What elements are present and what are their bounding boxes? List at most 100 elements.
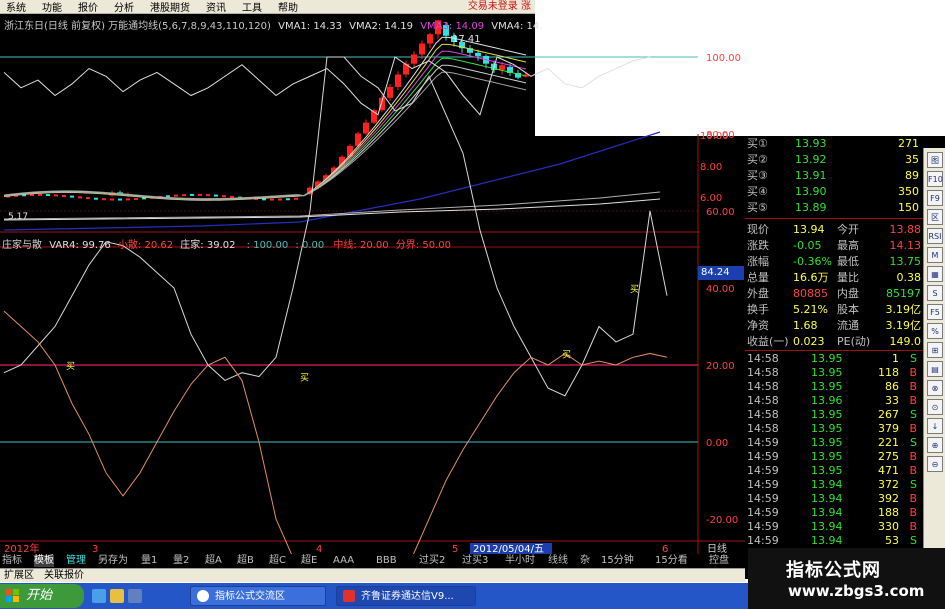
candle-body <box>102 198 106 201</box>
tab-11[interactable]: BBB <box>376 555 397 567</box>
quicklaunch-desktop-icon[interactable] <box>128 589 142 603</box>
taskbar-item-tdx-label: 齐鲁证券通达信V9... <box>361 591 454 602</box>
period-label: 日线 <box>707 542 727 554</box>
stat-row: 净资 1.68 流通 3.19亿 <box>745 318 923 334</box>
bid-label: 买① <box>747 137 768 150</box>
stock-title: 浙江东日(日线 前复权) 万能通均线(5,6,7,8,9,43,110,120) <box>4 21 271 32</box>
stat-row: 总量 16.6万 量比 0.38 <box>745 270 923 286</box>
tick-row: 14:59 13.94 392 B <box>745 492 923 506</box>
tick-row: 14:59 13.94 53 S <box>745 534 923 548</box>
vma3-label: VMA3: 14.09 <box>420 21 485 32</box>
side-tool-icon[interactable]: ▤ <box>927 361 943 377</box>
side-tool-icon[interactable]: ▦ <box>927 266 943 282</box>
stat-value: 3.19亿 <box>885 303 922 316</box>
menu-item-tools[interactable]: 工具 <box>242 0 262 14</box>
time-axis-label: 6 <box>662 544 668 554</box>
start-button[interactable]: 开始 <box>0 584 84 608</box>
quicklaunch-folder-icon[interactable] <box>110 589 124 603</box>
side-tool-icon[interactable]: ⊗ <box>927 380 943 396</box>
stat-row: 涨幅 -0.36% 最低 13.75 <box>745 254 923 270</box>
buy-marker: 买 <box>562 349 571 360</box>
side-tool-icon[interactable]: % <box>927 323 943 339</box>
watermark-title: 指标公式网 <box>786 560 881 581</box>
tab-7[interactable]: 超B <box>237 555 254 567</box>
tab-5[interactable]: 量2 <box>173 555 189 567</box>
stat-label: 内盘 <box>837 287 859 300</box>
high-price-label: 17.41 <box>452 34 481 45</box>
side-tool-icon[interactable]: 图 <box>927 152 943 168</box>
order-book-row: 买① 13.93 271 <box>745 136 923 152</box>
tab-9[interactable]: 超E <box>301 555 317 567</box>
tick-time: 14:59 <box>747 506 779 519</box>
tab-16[interactable]: 杂 <box>580 555 590 567</box>
chart-canvas[interactable]: 买买买买 10.008.006.00100.0080.0060.0040.002… <box>0 14 745 554</box>
stat-label: 外盘 <box>747 287 769 300</box>
tab-14[interactable]: 半小时 <box>505 555 535 567</box>
menu-item-system[interactable]: 系统 <box>6 0 26 14</box>
side-tool-icon[interactable]: ⊖ <box>927 456 943 472</box>
side-tool-icon[interactable]: 区 <box>927 209 943 225</box>
tick-time: 14:59 <box>747 450 779 463</box>
tick-row: 14:58 13.95 1 S <box>745 352 923 366</box>
tab-4[interactable]: 量1 <box>141 555 157 567</box>
menu-item-function[interactable]: 功能 <box>42 0 62 14</box>
candle-body <box>294 197 298 200</box>
bid-label: 买⑤ <box>747 201 768 214</box>
tick-side: B <box>909 492 917 505</box>
taskbar-item-tdx[interactable]: 齐鲁证券通达信V9... <box>336 586 476 606</box>
main-window: 买买买买 10.00 8.00 6.00 100.00 80.00 60.00 40.00 2… <box>0 14 945 588</box>
stat-row: 现价 13.94 今开 13.88 <box>745 222 923 238</box>
tab-18[interactable]: 15分看 <box>655 555 688 567</box>
tick-price: 13.95 <box>811 408 843 421</box>
side-tool-icon[interactable]: ⊞ <box>927 342 943 358</box>
tick-time: 14:58 <box>747 366 779 379</box>
tab-2[interactable]: 管理 <box>66 555 86 567</box>
side-tool-icon[interactable]: ⊙ <box>927 399 943 415</box>
menu-item-help[interactable]: 帮助 <box>278 0 298 14</box>
tick-volume: 275 <box>878 450 899 463</box>
tick-time: 14:59 <box>747 436 779 449</box>
tick-side: B <box>909 450 917 463</box>
tab-19[interactable]: 控盘 <box>709 555 729 567</box>
tab-related-quote[interactable]: 关联报价 <box>44 569 84 582</box>
tab-3[interactable]: 另存为 <box>98 555 128 567</box>
tick-volume: 372 <box>878 478 899 491</box>
tick-price: 13.94 <box>811 520 843 533</box>
tab-12[interactable]: 过买2 <box>419 555 445 567</box>
side-tool-icon[interactable]: F10 <box>927 171 943 187</box>
menu-item-analysis[interactable]: 分析 <box>114 0 134 14</box>
quote-panel: 买① 13.93 271 买② 13.92 35 买③ 13.91 89 买④ 13.90 350 买⑤… <box>745 136 923 562</box>
trade-status[interactable]: 交易未登录 涨 <box>468 0 531 14</box>
menu-item-quote[interactable]: 报价 <box>78 0 98 14</box>
tab-10[interactable]: AAA <box>333 555 354 567</box>
tab-6[interactable]: 超A <box>205 555 222 567</box>
indicator-axis-tick: 60.00 <box>706 207 735 218</box>
quicklaunch-ie-icon[interactable] <box>92 589 106 603</box>
stat-value: 149.0 <box>889 335 922 348</box>
side-tool-icon[interactable]: S <box>927 285 943 301</box>
menu-item-hk-futures[interactable]: 港股期货 <box>150 0 190 14</box>
tick-time: 14:58 <box>747 380 779 393</box>
candle-body <box>395 74 401 87</box>
tab-8[interactable]: 超C <box>269 555 286 567</box>
side-tool-icon[interactable]: M <box>927 247 943 263</box>
tab-15[interactable]: 线线 <box>548 555 568 567</box>
tab-1[interactable]: 模板 <box>34 555 54 567</box>
tab-13[interactable]: 过买3 <box>462 555 488 567</box>
formula-tabs: 指标 模板 管理 另存为 量1 量2 超A 超B 超C 超E AAA BBB 过买2 过买3 半小时 线线杂 1… <box>0 554 729 568</box>
side-tool-icon[interactable]: ↓ <box>927 418 943 434</box>
side-tool-icon[interactable]: ⊕ <box>927 437 943 453</box>
side-tool-icon[interactable]: F9 <box>927 190 943 206</box>
tab-17[interactable]: 15分钟 <box>601 555 634 567</box>
tab-0[interactable]: 指标 <box>2 555 22 567</box>
tick-side: B <box>909 464 917 477</box>
separator <box>745 218 923 219</box>
side-tool-icon[interactable]: F5 <box>927 304 943 320</box>
tick-time: 14:59 <box>747 464 779 477</box>
side-tool-icon[interactable]: RSI <box>927 228 943 244</box>
tab-extension-area[interactable]: 扩展区 <box>4 569 34 582</box>
taskbar-item-forum[interactable]: 指标公式交流区 <box>190 586 326 606</box>
bid-price: 13.90 <box>795 185 827 198</box>
menu-item-info[interactable]: 资讯 <box>206 0 226 14</box>
ma-long-white <box>3 198 661 221</box>
